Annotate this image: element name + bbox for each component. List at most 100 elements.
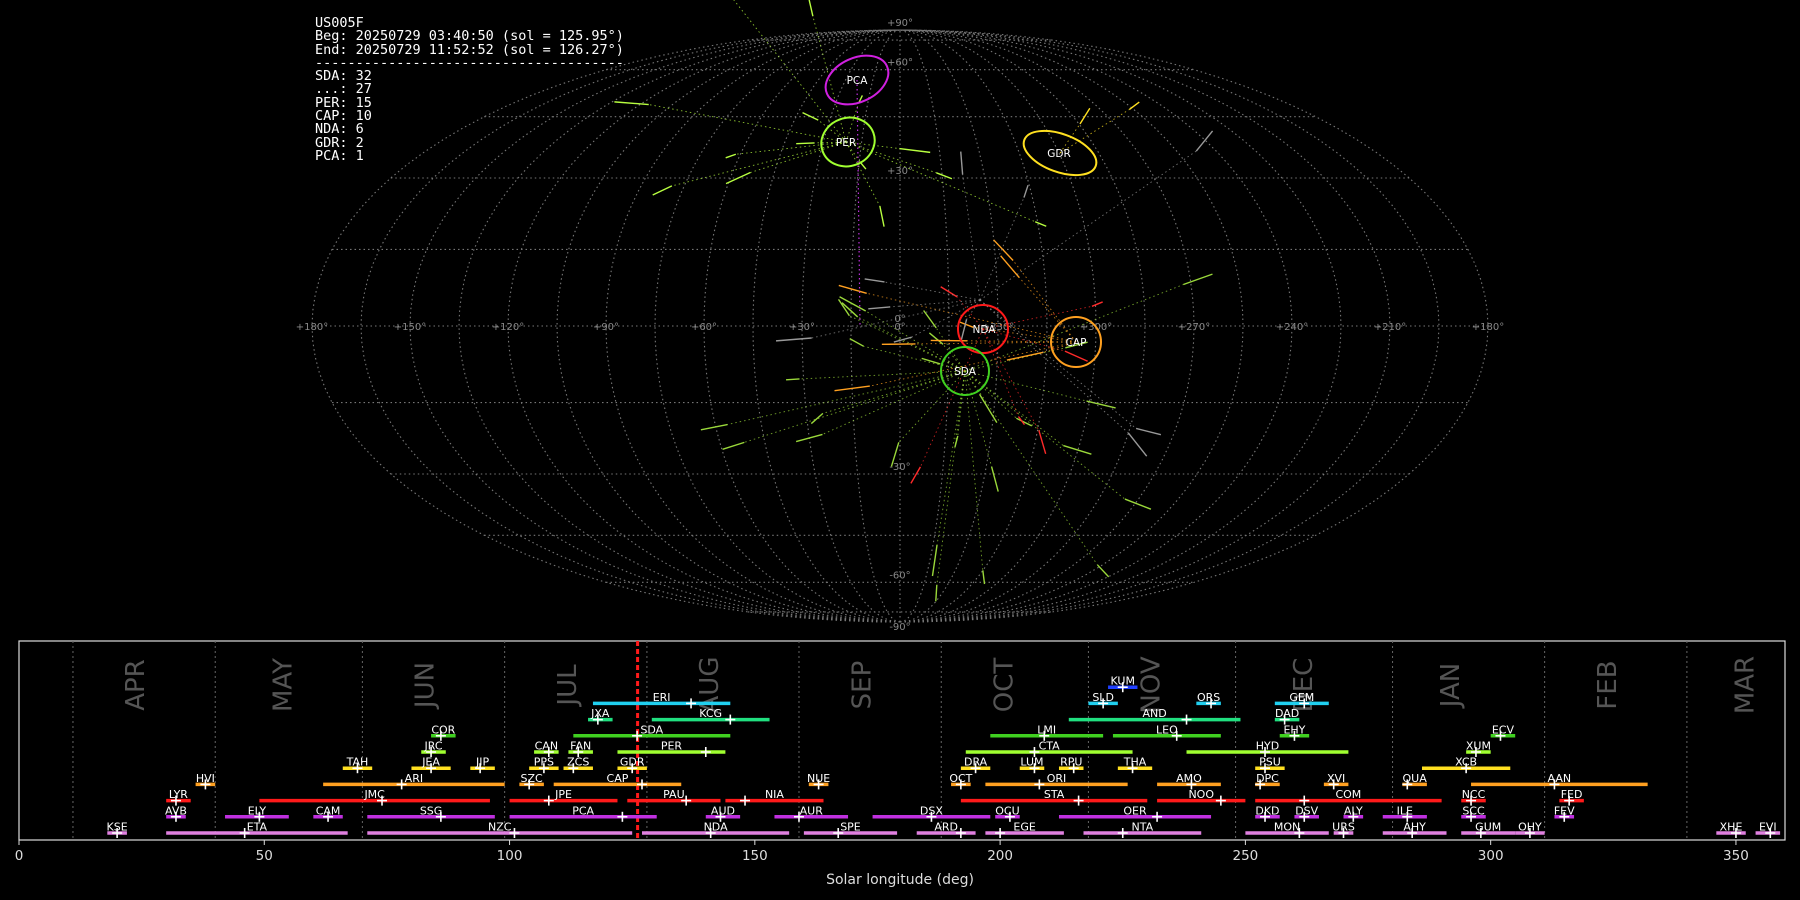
sky-lon-label: +210° xyxy=(1374,322,1406,333)
trail-path xyxy=(735,141,847,155)
shower-code: ALY xyxy=(1344,804,1363,817)
shower-code: EHY xyxy=(1283,723,1305,736)
sky-lon-label: +30° xyxy=(789,322,815,333)
sky-lon-label: +270° xyxy=(1178,322,1210,333)
sky-lon-label: +90° xyxy=(593,322,619,333)
x-tick-label: 350 xyxy=(1723,848,1749,864)
month-label: APR xyxy=(121,659,151,711)
sky-lat-label: +60° xyxy=(887,58,913,69)
trail-path xyxy=(979,299,1137,429)
sky-lon-label: +120° xyxy=(492,322,524,333)
x-tick-label: 0 xyxy=(15,848,24,864)
month-label: JUL xyxy=(553,664,583,708)
meteor-trail xyxy=(1124,498,1152,510)
shower-code: CAP xyxy=(607,772,629,785)
shower-code: ETA xyxy=(247,821,268,834)
shower-code: SPE xyxy=(840,821,861,834)
trail-path xyxy=(671,141,847,187)
shower-code: ARI xyxy=(405,772,423,785)
sky-lon-label: +240° xyxy=(1276,322,1308,333)
meteor-trail xyxy=(1038,430,1047,455)
shower-code: OCU xyxy=(995,804,1019,817)
shower-code: XCB xyxy=(1455,756,1477,769)
radiant-label: GDR xyxy=(1047,148,1071,160)
shower-code: GEM xyxy=(1289,691,1314,704)
shower-code: STA xyxy=(1044,788,1065,801)
shower-code: KSE xyxy=(107,821,128,834)
trail-path xyxy=(935,327,966,372)
shower-code: MON xyxy=(1274,821,1300,834)
shower-code: AUR xyxy=(800,804,824,817)
meteor-trail xyxy=(1128,101,1140,111)
shower-code: DRA xyxy=(964,756,988,769)
shower-code: SZC xyxy=(521,772,544,785)
trail-path xyxy=(898,370,966,443)
shower-code: LUM xyxy=(1020,756,1043,769)
x-axis-label: Solar longitude (deg) xyxy=(826,872,974,888)
shower-code: JXA xyxy=(590,707,610,720)
shower-code: OCT xyxy=(949,772,972,785)
meteor-trail xyxy=(868,306,891,310)
shower-code: GDR xyxy=(620,756,645,769)
meteor-trail xyxy=(838,284,867,294)
shower-code: PAU xyxy=(663,788,685,801)
trail-path xyxy=(964,370,992,467)
radiant-label: NDA xyxy=(973,324,997,336)
shower-code: DPC xyxy=(1256,772,1279,785)
meteor-trail xyxy=(960,151,964,175)
shower-code: SDA xyxy=(640,723,663,736)
sky-lat-label: -60° xyxy=(889,570,910,581)
shower-code: DSV xyxy=(1295,804,1318,817)
meteor-trail xyxy=(1135,427,1162,436)
trail-path xyxy=(744,370,966,443)
meteor-trail xyxy=(990,466,999,492)
sky-lon-label: +150° xyxy=(394,322,426,333)
meteor-trail xyxy=(1091,301,1103,307)
meteor-trail xyxy=(796,142,815,145)
shower-code: NOO xyxy=(1188,788,1214,801)
meteor-trail xyxy=(982,570,986,585)
meteor-trail xyxy=(1183,273,1213,286)
trail-path xyxy=(845,141,881,207)
trail-path xyxy=(750,141,847,173)
shower-code: PER xyxy=(661,740,683,753)
meteor-trail xyxy=(700,423,728,431)
trail-path xyxy=(733,0,847,143)
x-tick-label: 300 xyxy=(1478,848,1504,864)
trail-path xyxy=(979,299,1129,434)
shower-code: SLD xyxy=(1092,691,1114,704)
shower-code: ZCS xyxy=(567,756,589,769)
meteor-trail xyxy=(722,441,745,450)
meteor-trail xyxy=(1017,416,1026,426)
shower-code: LMI xyxy=(1037,723,1056,736)
trail-path xyxy=(727,370,966,426)
meteor-trail xyxy=(795,433,823,443)
sky-map: +90°+60°+30°0°-30°-60°-90°+180° +150° +120… xyxy=(296,0,1504,630)
meteor-trail xyxy=(928,332,944,345)
trail-path xyxy=(962,174,981,301)
shower-code: JRC xyxy=(424,740,443,753)
shower-code: HVI xyxy=(196,772,215,785)
shower-code: NZC xyxy=(488,821,512,834)
shower-code: AHY xyxy=(1403,821,1426,834)
meteor-trail xyxy=(923,310,937,329)
sky-lon-label: +60° xyxy=(691,322,717,333)
meteor-trail xyxy=(786,378,800,381)
shower-code: EVI xyxy=(1759,821,1777,834)
shower-code: LEO xyxy=(1156,723,1178,736)
trail-path xyxy=(1059,109,1130,154)
month-label: NOV xyxy=(1137,656,1167,713)
meteor-trail xyxy=(1079,107,1091,125)
shower-code: PSU xyxy=(1259,756,1281,769)
shower-code: SSG xyxy=(420,804,443,817)
sky-lat-label: +90° xyxy=(887,18,913,29)
meteor-trail xyxy=(1034,221,1047,227)
shower-count: PCA: 1 xyxy=(315,147,364,164)
shower-code: TAH xyxy=(346,756,369,769)
meteor-trail xyxy=(834,385,870,392)
trail-path xyxy=(812,16,847,143)
shower-code: RPU xyxy=(1060,756,1082,769)
shower-code: AMO xyxy=(1176,772,1202,785)
meteor-trail xyxy=(1195,130,1214,152)
meteor-trail xyxy=(954,435,959,448)
